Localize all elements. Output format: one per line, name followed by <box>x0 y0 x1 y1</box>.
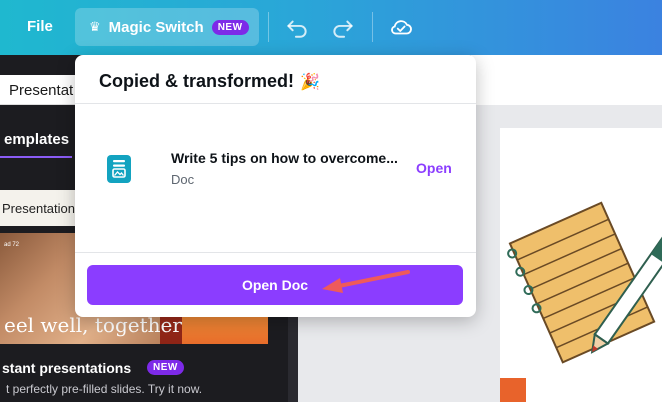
doc-item-type: Doc <box>171 172 195 187</box>
tab-templates[interactable]: emplates <box>4 131 69 148</box>
toolbar-divider <box>372 12 373 42</box>
popover-title: Copied & transformed! 🎉 <box>99 71 320 92</box>
popover-title-text: Copied & transformed! <box>99 71 295 91</box>
magic-switch-label: Magic Switch <box>108 18 204 36</box>
design-page[interactable] <box>500 128 662 402</box>
thumbnail-small-text: ad 72 <box>4 242 20 248</box>
undo-icon[interactable] <box>284 14 310 40</box>
instant-presentations-description: t perfectly pre-filled slides. Try it no… <box>6 382 203 396</box>
instant-presentations-title: stant presentations <box>2 360 132 376</box>
active-tab-indicator <box>0 156 72 158</box>
crown-icon: ♛ <box>89 19 101 34</box>
new-badge: NEW <box>211 19 249 35</box>
notepad-illustration <box>500 201 662 402</box>
annotation-arrow-icon <box>322 270 410 293</box>
toolbar-divider <box>268 12 269 42</box>
doc-open-link[interactable]: Open <box>416 160 452 176</box>
template-card-header-text: Presentation <box>2 201 75 216</box>
redo-icon[interactable] <box>330 14 356 40</box>
divider <box>75 103 476 104</box>
magic-switch-button[interactable]: ♛ Magic Switch NEW <box>75 8 259 46</box>
canvas-header-strip <box>470 55 662 105</box>
doc-title-text: Presentat <box>9 82 74 99</box>
party-popper-icon: 🎉 <box>300 74 320 91</box>
divider <box>75 252 476 253</box>
doc-item-name: Write 5 tips on how to overcome... <box>171 150 398 166</box>
file-menu[interactable]: File <box>27 18 53 35</box>
converted-doc-item[interactable]: Write 5 tips on how to overcome... Doc O… <box>75 135 476 195</box>
editor-topbar: File ♛ Magic Switch NEW <box>0 0 662 55</box>
cloud-saved-icon[interactable] <box>388 14 414 40</box>
doc-file-icon <box>107 155 131 183</box>
new-badge: NEW <box>147 360 184 375</box>
magic-switch-popover: Copied & transformed! 🎉 Write 5 tips on h… <box>75 55 476 317</box>
